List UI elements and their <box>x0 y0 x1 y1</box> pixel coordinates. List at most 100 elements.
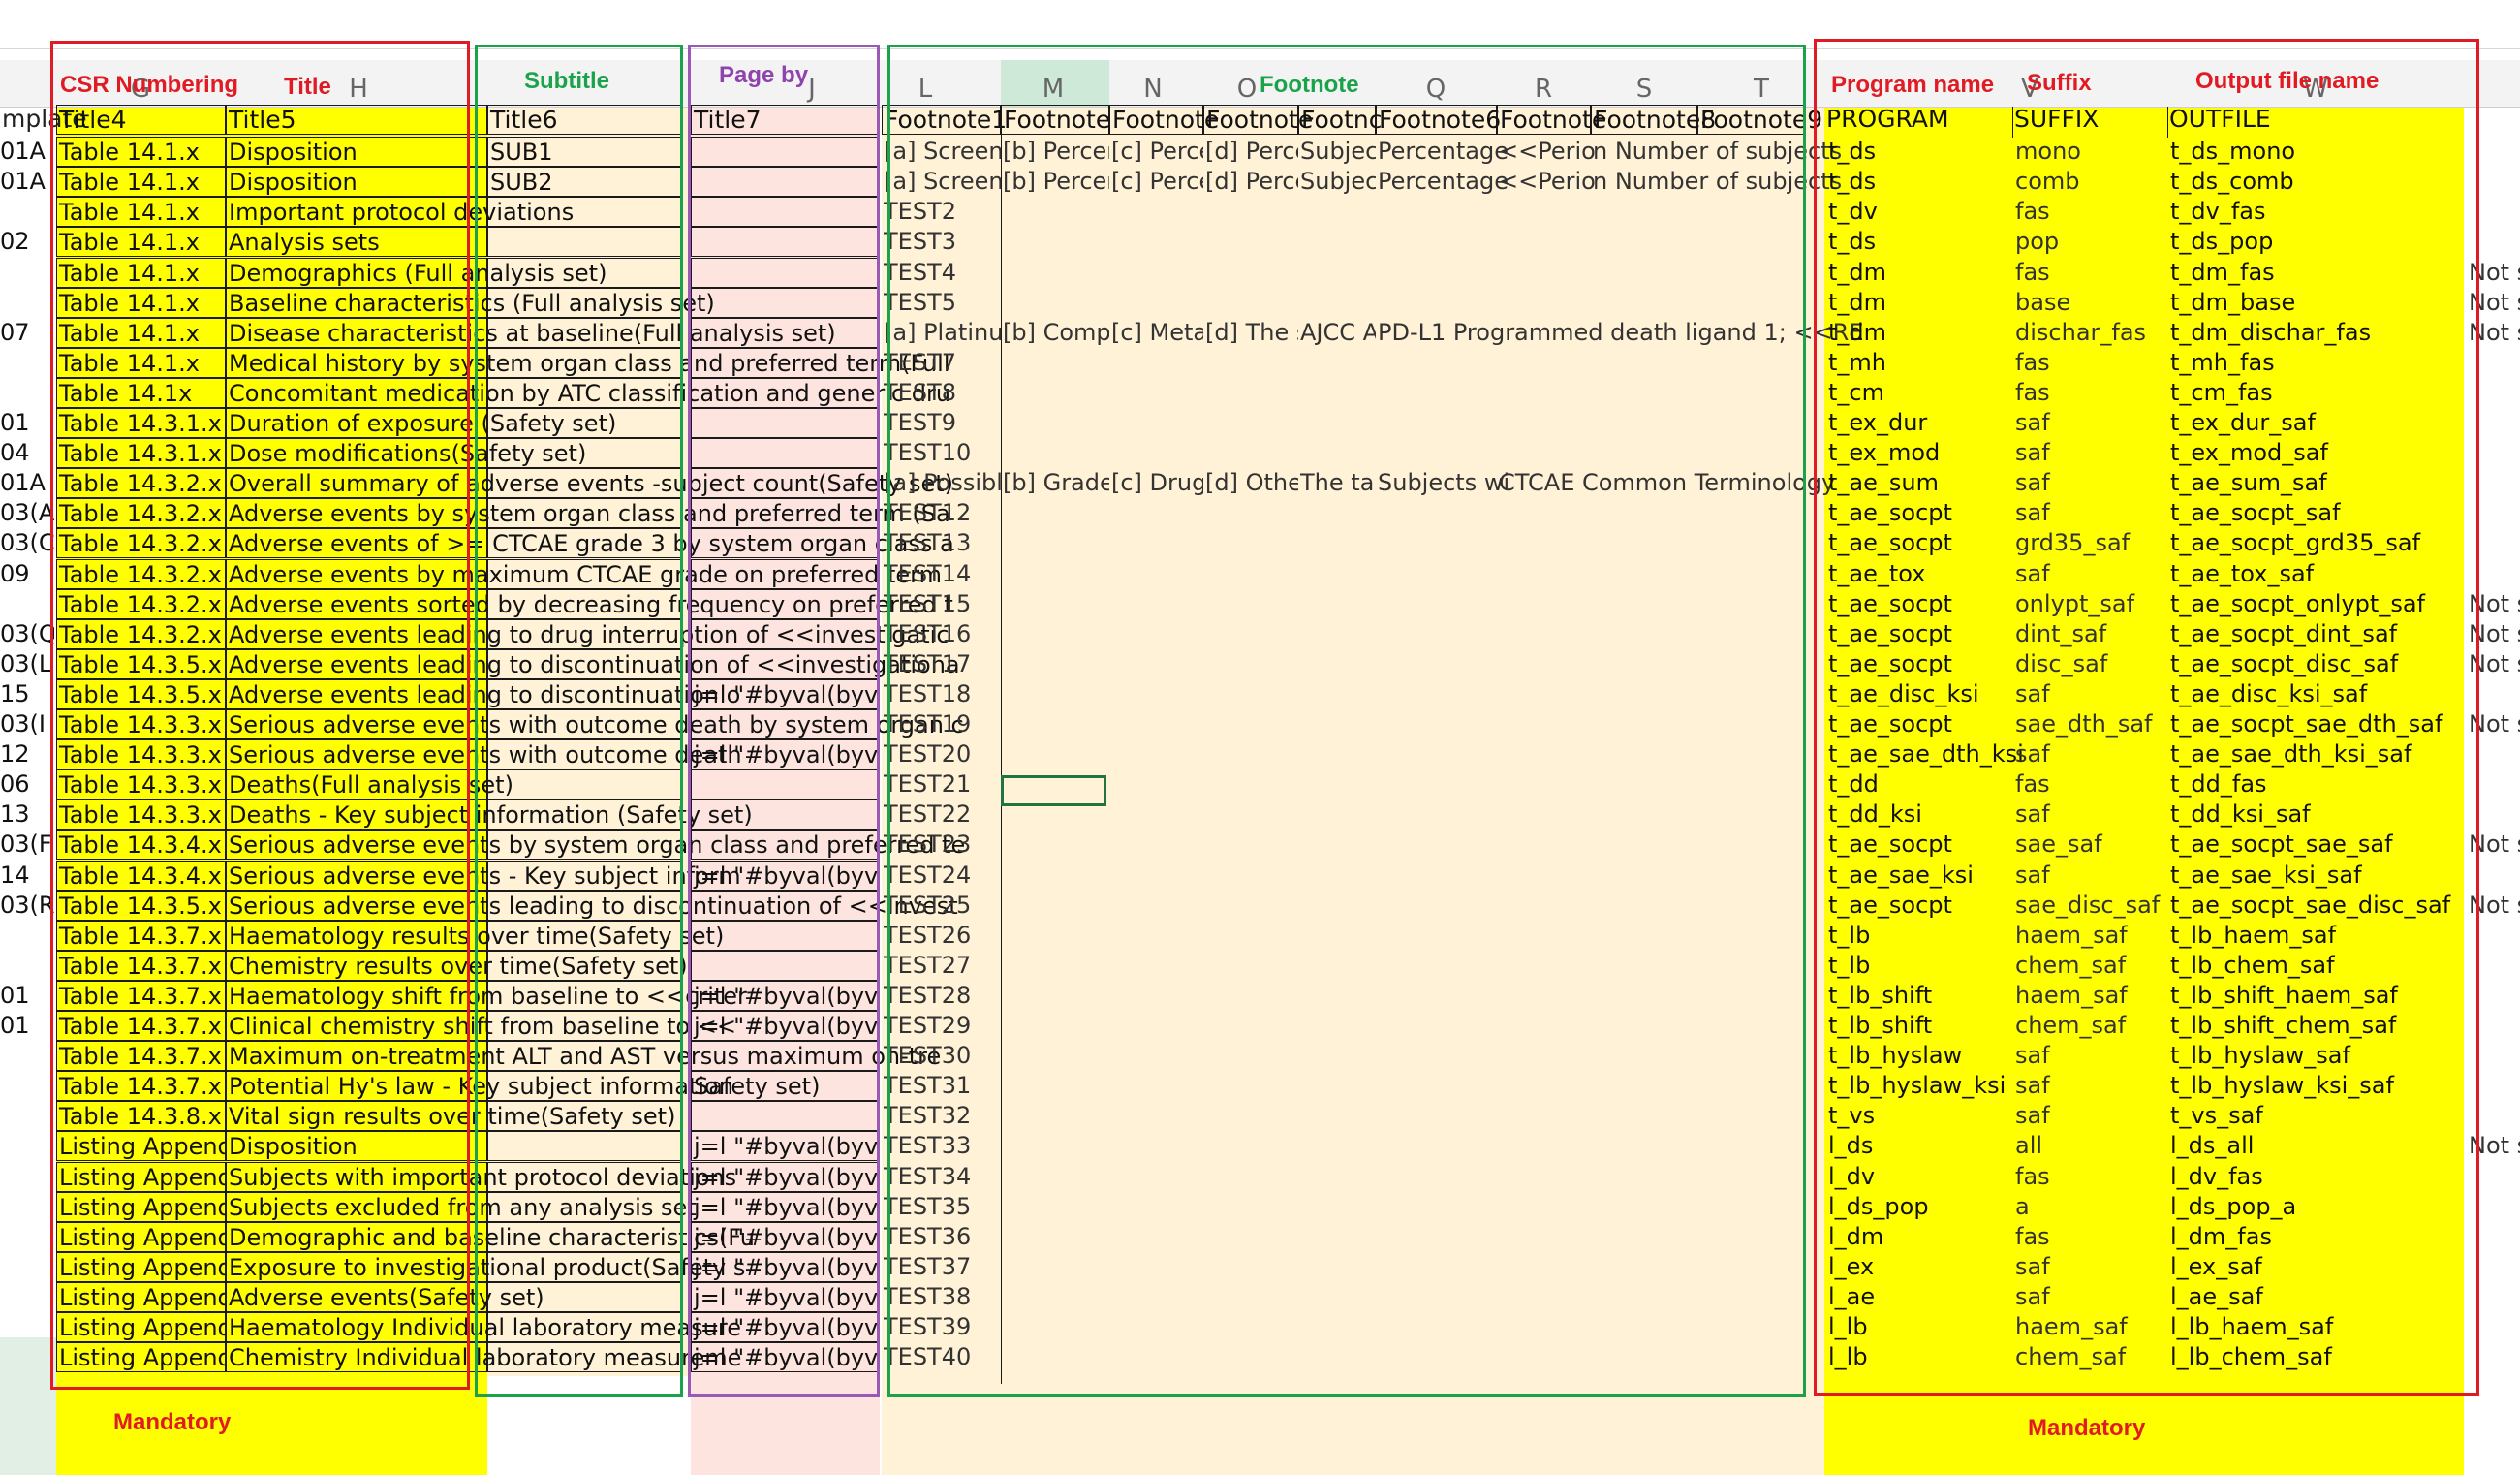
cell-title4[interactable]: Table 14.3.2.x <box>56 528 226 559</box>
cell-suffix[interactable]: fas <box>2015 1222 2170 1251</box>
cell-title6[interactable] <box>487 739 681 770</box>
header-footnote9[interactable]: Footnote9 <box>1697 105 1822 135</box>
cell-suffix[interactable]: saf <box>2015 800 2170 829</box>
cell-f2[interactable]: [b] Percer <box>1003 137 1109 166</box>
cell-outfile[interactable]: t_ds_comb <box>2170 167 2466 196</box>
cell-f1[interactable]: TEST15 <box>884 589 1001 618</box>
cell-f1[interactable]: TEST36 <box>884 1222 1001 1251</box>
column-letter-l[interactable]: L <box>906 60 945 107</box>
column-letter-t[interactable]: T <box>1742 60 1781 107</box>
header-footnote5[interactable]: Footnc <box>1298 105 1382 135</box>
cell-title4[interactable]: Table 14.3.7.x <box>56 1011 226 1041</box>
cell-outfile[interactable]: l_dm_fas <box>2170 1222 2466 1251</box>
cell-title4[interactable]: Table 14.3.2.x <box>56 498 226 529</box>
spreadsheet[interactable]: L M N O Q R S T H G J V Wmplate Title4 Title5 Title6 Tit… <box>0 0 2520 1475</box>
cell-title6[interactable] <box>487 800 681 831</box>
selected-cell[interactable] <box>1001 775 1106 806</box>
cell-suffix[interactable]: saf <box>2015 861 2170 890</box>
cell-outfile[interactable]: t_ae_sae_ksi_saf <box>2170 861 2466 890</box>
cell-title4[interactable]: Table 14.3.5.x <box>56 890 226 921</box>
cell-title6[interactable]: SUB2 <box>487 167 681 198</box>
cell-title4[interactable]: Table 14.3.7.x <box>56 920 226 951</box>
cell-note[interactable]: Not s <box>2469 830 2520 859</box>
cell-suffix[interactable]: pop <box>2015 227 2170 256</box>
cell-program[interactable]: t_dm <box>1828 258 2016 287</box>
cell-f5[interactable]: AJCC A <box>1300 318 1376 347</box>
cell-f1[interactable]: TEST7 <box>884 348 1001 377</box>
cell-title4[interactable]: Listing Appendi <box>56 1251 226 1282</box>
cell-suffix[interactable]: saf <box>2015 559 2170 588</box>
header-footnote6[interactable]: Footnote6 <box>1376 105 1501 135</box>
cell-outfile[interactable]: t_dd_ksi_saf <box>2170 800 2466 829</box>
cell-outfile[interactable]: t_ds_mono <box>2170 137 2466 166</box>
cell-outfile[interactable]: t_ae_socpt_sae_disc_saf <box>2170 891 2466 920</box>
cell-program[interactable]: l_ae <box>1828 1282 2016 1311</box>
cell-title5[interactable]: Important protocol deviations <box>226 197 574 228</box>
cell-title5[interactable]: Disposition <box>226 167 487 198</box>
cell-title7[interactable]: j=l "#byval(byvar <box>691 1161 880 1192</box>
cell-title6[interactable] <box>487 950 681 981</box>
cell-title4[interactable]: Table 14.3.1.x <box>56 408 226 438</box>
cell-title7[interactable] <box>691 709 880 739</box>
cell-title5[interactable]: Potential Hy's law - Key subject informa… <box>226 1071 733 1102</box>
cell-note[interactable]: Not s <box>2469 318 2520 347</box>
cell-title7[interactable] <box>691 830 880 861</box>
cell-program[interactable]: l_dv <box>1828 1162 2016 1191</box>
cell-f6[interactable]: Percentage <box>1378 167 1509 196</box>
cell-title7[interactable] <box>691 1041 880 1072</box>
cell-suffix[interactable]: sae_saf <box>2015 830 2170 859</box>
cell-title5[interactable]: Adverse events of >= CTCAE grade 3 by sy… <box>226 528 954 559</box>
cell-title6[interactable] <box>487 769 681 800</box>
cell-f1[interactable]: TEST29 <box>884 1011 1001 1040</box>
cell-suffix[interactable]: grd35_saf <box>2015 528 2170 557</box>
cell-f1[interactable]: TEST26 <box>884 921 1001 950</box>
cell-f5[interactable]: Subjec <box>1300 167 1376 196</box>
cell-note[interactable]: Not s <box>2469 258 2520 287</box>
cell-f3[interactable]: [c] Perce <box>1111 137 1203 166</box>
cell-program[interactable]: l_lb <box>1828 1342 2016 1371</box>
cell-title7[interactable] <box>691 287 880 318</box>
cell-f1[interactable]: TEST21 <box>884 769 1001 799</box>
cell-title7[interactable] <box>691 408 880 438</box>
cell-title6[interactable] <box>487 709 681 739</box>
cell-outfile[interactable]: t_ae_disc_ksi_saf <box>2170 679 2466 708</box>
cell-title7[interactable]: j=l "#byval(byvar <box>691 1251 880 1282</box>
cell-title5[interactable]: Disease characteristics at baseline(Full… <box>226 317 836 348</box>
cell-title6[interactable] <box>487 347 681 378</box>
cell-title7[interactable]: j=l "#byval(byvar <box>691 739 880 770</box>
cell-suffix[interactable]: saf <box>2015 1252 2170 1281</box>
cell-outfile[interactable]: t_ae_socpt_sae_saf <box>2170 830 2466 859</box>
cell-f1[interactable]: TEST31 <box>884 1071 1001 1100</box>
cell-program[interactable]: t_ae_socpt <box>1828 528 2016 557</box>
cell-title7[interactable] <box>691 257 880 288</box>
cell-program[interactable]: l_ex <box>1828 1252 2016 1281</box>
cell-f1[interactable]: TEST3 <box>884 227 1001 256</box>
cell-suffix[interactable]: fas <box>2015 1162 2170 1191</box>
cell-outfile[interactable]: l_dv_fas <box>2170 1162 2466 1191</box>
cell-program[interactable]: t_ae_socpt <box>1828 830 2016 859</box>
cell-suffix[interactable]: chem_saf <box>2015 1011 2170 1040</box>
cell-title6[interactable] <box>487 1101 681 1132</box>
cell-f1[interactable]: TEST28 <box>884 981 1001 1010</box>
cell-suffix[interactable]: saf <box>2015 1101 2170 1130</box>
cell-title5[interactable]: Serious adverse events leading to discon… <box>226 890 958 921</box>
cell-program[interactable]: t_dv <box>1828 197 2016 226</box>
cell-title7[interactable]: j=l "#byval(byvar <box>691 1221 880 1252</box>
cell-title5[interactable]: Vital sign results over time(Safety set) <box>226 1101 675 1132</box>
cell-program[interactable]: t_dm <box>1828 288 2016 317</box>
cell-f1[interactable]: TEST14 <box>884 559 1001 588</box>
cell-suffix[interactable]: saf <box>2015 438 2170 467</box>
header-title6[interactable]: Title6 <box>487 105 681 135</box>
cell-f1[interactable]: TEST37 <box>884 1252 1001 1281</box>
cell-title7[interactable] <box>691 227 880 258</box>
cell-title4[interactable]: Table 14.1.x <box>56 137 226 168</box>
cell-outfile[interactable]: t_ae_socpt_grd35_saf <box>2170 528 2466 557</box>
cell-f1[interactable]: TEST2 <box>884 197 1001 226</box>
cell-suffix[interactable]: fas <box>2015 197 2170 226</box>
cell-f4[interactable]: [d] Perce <box>1205 167 1298 196</box>
cell-title7[interactable] <box>691 528 880 559</box>
cell-title5[interactable]: Maximum on-treatment ALT and AST versus … <box>226 1041 941 1072</box>
header-program[interactable]: PROGRAM <box>1824 105 2012 135</box>
cell-title6[interactable] <box>487 648 681 679</box>
cell-title6[interactable] <box>487 1312 681 1342</box>
